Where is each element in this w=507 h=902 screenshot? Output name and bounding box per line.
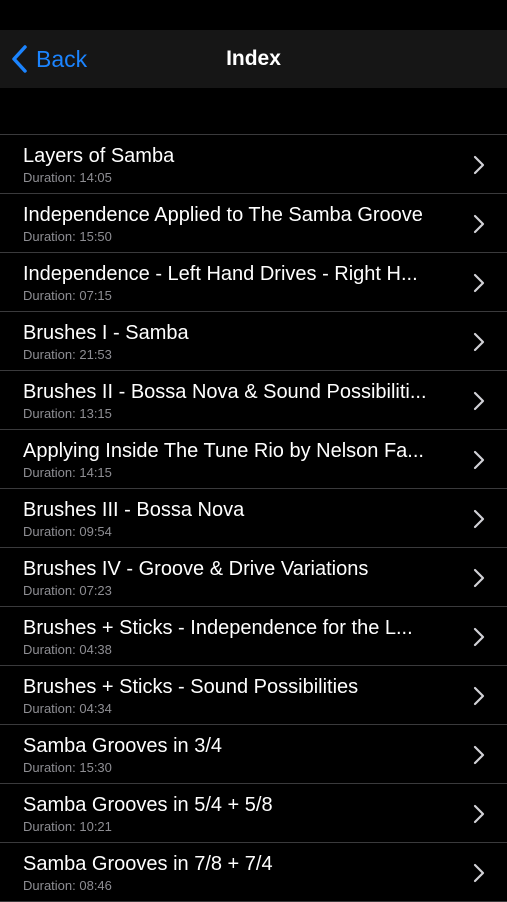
lesson-duration: Duration: 04:38 [23,642,112,657]
status-bar [0,0,507,30]
list-item[interactable]: Layers of Samba Duration: 14:05 [0,135,507,194]
chevron-right-icon [473,568,485,588]
lesson-duration: Duration: 21:53 [23,347,112,362]
navigation-bar: Back Index [0,30,507,88]
lesson-duration: Duration: 15:30 [23,760,112,775]
chevron-right-icon [473,332,485,352]
lesson-duration: Duration: 08:46 [23,878,112,893]
chevron-right-icon [473,391,485,411]
list-item[interactable]: Applying Inside The Tune Rio by Nelson F… [0,430,507,489]
lesson-duration: Duration: 14:05 [23,170,112,185]
lesson-title: Applying Inside The Tune Rio by Nelson F… [23,440,424,462]
chevron-right-icon [473,804,485,824]
lesson-duration: Duration: 13:15 [23,406,112,421]
lesson-duration: Duration: 15:50 [23,229,112,244]
lesson-duration: Duration: 04:34 [23,701,112,716]
lesson-title: Brushes + Sticks - Independence for the … [23,617,413,639]
chevron-right-icon [473,450,485,470]
chevron-right-icon [473,863,485,883]
lesson-duration: Duration: 14:15 [23,465,112,480]
chevron-right-icon [473,155,485,175]
lesson-title: Independence - Left Hand Drives - Right … [23,263,418,285]
list-item[interactable]: Brushes I - Samba Duration: 21:53 [0,312,507,371]
lesson-title: Independence Applied to The Samba Groove [23,204,423,226]
list-item[interactable]: Independence - Left Hand Drives - Right … [0,253,507,312]
list-item[interactable]: Brushes III - Bossa Nova Duration: 09:54 [0,489,507,548]
lesson-title: Samba Grooves in 7/8 + 7/4 [23,853,273,875]
lesson-duration: Duration: 09:54 [23,524,112,539]
lesson-list: Layers of Samba Duration: 14:05 Independen… [0,134,507,902]
lesson-duration: Duration: 10:21 [23,819,112,834]
list-item[interactable]: Brushes + Sticks - Sound Possibilities Du… [0,666,507,725]
list-item[interactable]: Brushes + Sticks - Independence for the … [0,607,507,666]
back-button-label: Back [36,46,88,72]
chevron-right-icon [473,745,485,765]
chevron-right-icon [473,273,485,293]
lesson-title: Brushes II - Bossa Nova & Sound Possibil… [23,381,427,403]
lesson-duration: Duration: 07:23 [23,583,112,598]
list-item[interactable]: Brushes II - Bossa Nova & Sound Possibil… [0,371,507,430]
list-item[interactable]: Independence Applied to The Samba Groove… [0,194,507,253]
lesson-title: Brushes III - Bossa Nova [23,499,245,521]
lesson-duration: Duration: 07:15 [23,288,112,303]
list-item[interactable]: Samba Grooves in 3/4 Duration: 15:30 [0,725,507,784]
list-item[interactable]: Samba Grooves in 5/4 + 5/8 Duration: 10:2… [0,784,507,843]
chevron-left-icon [12,45,27,73]
lesson-title: Samba Grooves in 3/4 [23,735,222,757]
chevron-right-icon [473,509,485,529]
chevron-right-icon [473,686,485,706]
chevron-right-icon [473,214,485,234]
chevron-right-icon [473,627,485,647]
list-item[interactable]: Brushes IV - Groove & Drive Variations Du… [0,548,507,607]
back-button[interactable]: Back [10,42,87,76]
lesson-title: Layers of Samba [23,145,175,167]
list-item[interactable]: Samba Grooves in 7/8 + 7/4 Duration: 08:4… [0,843,507,902]
lesson-title: Samba Grooves in 5/4 + 5/8 [23,794,273,816]
lesson-title: Brushes IV - Groove & Drive Variations [23,558,369,580]
lesson-title: Brushes I - Samba [23,322,189,344]
lesson-title: Brushes + Sticks - Sound Possibilities [23,676,359,698]
